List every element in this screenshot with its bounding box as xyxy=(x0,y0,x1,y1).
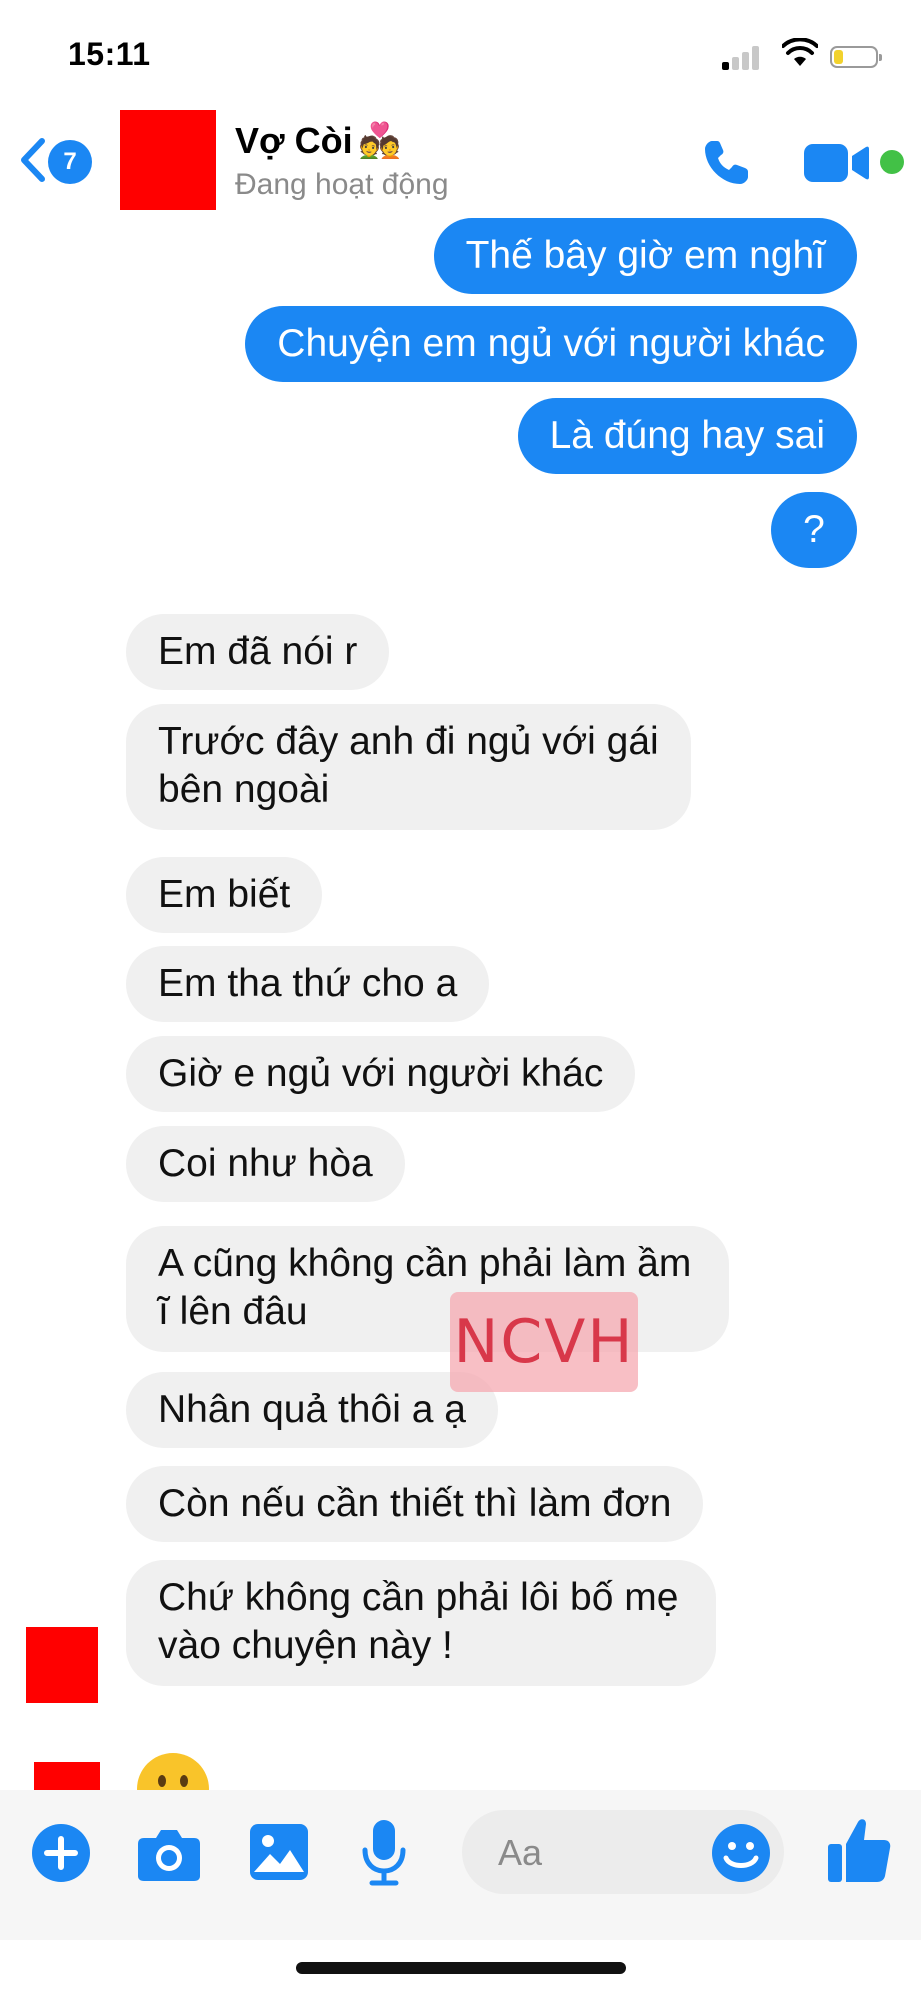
received-message[interactable]: Chứ không cần phải lôi bố mẹ vào chuyện … xyxy=(126,1560,717,1686)
camera-icon[interactable] xyxy=(136,1826,202,1882)
sent-message[interactable]: Là đúng hay sai xyxy=(517,398,857,474)
received-message-line: Trước đây anh đi ngủ với gái xyxy=(158,720,659,763)
phone-icon[interactable] xyxy=(700,137,752,189)
video-camera-icon[interactable] xyxy=(800,140,872,186)
sent-message[interactable]: Chuyện em ngủ với người khác xyxy=(245,306,857,382)
online-indicator xyxy=(880,150,904,174)
cellular-signal-icon xyxy=(722,46,764,70)
received-message[interactable]: Trước đây anh đi ngủ với gái bên ngoài xyxy=(126,704,691,830)
home-indicator xyxy=(296,1962,626,1974)
microphone-icon[interactable] xyxy=(360,1818,408,1888)
plus-icon[interactable] xyxy=(30,1822,92,1884)
battery-icon xyxy=(830,46,882,68)
couple-emoji: 💑 xyxy=(358,122,401,160)
emoji-icon[interactable] xyxy=(710,1822,772,1884)
wifi-icon xyxy=(782,38,818,66)
received-message-line: Chứ không cần phải lôi bố mẹ xyxy=(158,1576,679,1619)
image-icon[interactable] xyxy=(248,1822,310,1882)
sent-message[interactable]: ? xyxy=(771,492,857,568)
watermark: NCVH xyxy=(450,1292,638,1392)
received-message[interactable]: Em đã nói r xyxy=(126,614,390,690)
received-message[interactable]: Em tha thứ cho a xyxy=(126,946,490,1022)
thumbs-up-icon[interactable] xyxy=(824,1814,894,1886)
sender-avatar[interactable] xyxy=(26,1627,98,1703)
message-input-placeholder: Aa xyxy=(498,1832,543,1873)
contact-name[interactable]: Vợ Còi 💑 xyxy=(235,120,401,162)
received-message[interactable]: Còn nếu cần thiết thì làm đơn xyxy=(126,1466,704,1542)
sender-avatar[interactable] xyxy=(34,1762,100,1790)
back-chevron-icon[interactable] xyxy=(18,137,46,183)
contact-avatar[interactable] xyxy=(120,110,216,210)
status-time: 15:11 xyxy=(68,36,151,72)
received-message[interactable]: A cũng không cần phải làm ầm ĩ lên đâu xyxy=(126,1226,730,1352)
activity-status: Đang hoạt động xyxy=(235,168,449,201)
contact-name-text: Vợ Còi xyxy=(235,120,353,161)
sent-message[interactable]: Thế bây giờ em nghĩ xyxy=(433,218,857,294)
received-message[interactable]: Nhân quả thôi a ạ xyxy=(126,1372,498,1448)
received-message[interactable]: Coi như hòa xyxy=(126,1126,405,1202)
received-message-line: A cũng không cần phải làm ầm xyxy=(158,1242,692,1285)
received-message[interactable]: Em biết xyxy=(126,857,323,933)
unread-count-badge[interactable]: 7 xyxy=(48,140,92,184)
received-message-line: vào chuyện này ! xyxy=(158,1624,453,1667)
received-message[interactable]: Giờ e ngủ với người khác xyxy=(126,1036,636,1112)
received-message-line: bên ngoài xyxy=(158,768,330,811)
